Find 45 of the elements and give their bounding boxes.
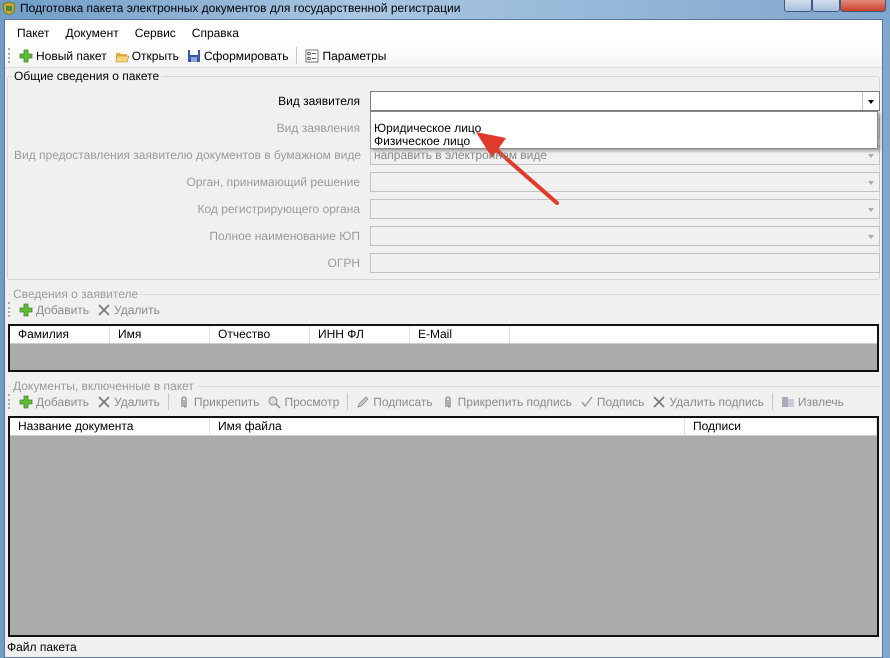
menu-item[interactable]: Пакет bbox=[9, 25, 58, 41]
group-title: Документы, включенные в пакет bbox=[11, 379, 196, 393]
dropdown-option[interactable]: Физическое лицо bbox=[371, 135, 877, 148]
field-label: Орган, принимающий решение bbox=[186, 175, 360, 189]
column-header[interactable]: Имя bbox=[110, 326, 210, 343]
field-label: Код регистрирующего органа bbox=[196, 202, 360, 216]
minimize-button[interactable] bbox=[784, 0, 812, 12]
column-header[interactable]: Отчество bbox=[210, 326, 310, 343]
field-label: Вид предоставления заявителю документов в бумажном виде bbox=[14, 148, 360, 162]
menu-item[interactable]: Документ bbox=[57, 25, 127, 41]
column-header[interactable]: Подписи bbox=[685, 418, 877, 435]
app-icon bbox=[2, 1, 16, 15]
delete-icon bbox=[652, 394, 666, 408]
field-label: Вид заявителя bbox=[277, 94, 360, 108]
dropdown-option[interactable]: Юридическое лицо bbox=[371, 122, 877, 135]
column-header[interactable]: Фамилия bbox=[10, 326, 110, 343]
toolbar-button[interactable]: Новый пакет bbox=[16, 46, 110, 64]
list-icon bbox=[305, 48, 320, 62]
maximize-button[interactable] bbox=[812, 0, 840, 12]
close-button[interactable] bbox=[840, 0, 886, 12]
plus-icon bbox=[19, 302, 33, 316]
column-header[interactable]: Название документа bbox=[10, 418, 210, 435]
group-title: Общие сведения о пакете bbox=[12, 69, 162, 83]
windows-icon bbox=[780, 394, 795, 408]
column-header[interactable]: E-Mail bbox=[410, 326, 510, 343]
column-header[interactable]: Имя файла bbox=[210, 418, 685, 435]
column-header[interactable]: ИНН ФЛ bbox=[310, 326, 410, 343]
status-text: Файл пакета bbox=[7, 640, 77, 654]
toolbar-button[interactable]: Открыть bbox=[112, 46, 182, 64]
delete-icon bbox=[97, 394, 112, 408]
toolbar-button[interactable]: Сформировать bbox=[184, 46, 292, 64]
menu-item[interactable]: Сервис bbox=[126, 25, 184, 41]
pen-icon bbox=[356, 394, 370, 408]
toolbar-button[interactable]: Параметры bbox=[302, 46, 390, 64]
field-label: Полное наименование ЮП bbox=[208, 229, 360, 243]
delete-icon bbox=[97, 302, 112, 316]
magnifier-icon bbox=[267, 394, 282, 408]
menu-item[interactable]: Справка bbox=[184, 25, 247, 41]
window-title: Подготовка пакета электронных документов для государственной регистрации bbox=[20, 1, 460, 15]
field-label: Вид заявления bbox=[276, 121, 360, 135]
field-label: ОГРН bbox=[326, 256, 360, 270]
plus-icon bbox=[19, 48, 33, 62]
checkmark-icon bbox=[580, 394, 594, 408]
plus-icon bbox=[19, 394, 33, 408]
group-title: Сведения о заявителе bbox=[11, 287, 140, 301]
